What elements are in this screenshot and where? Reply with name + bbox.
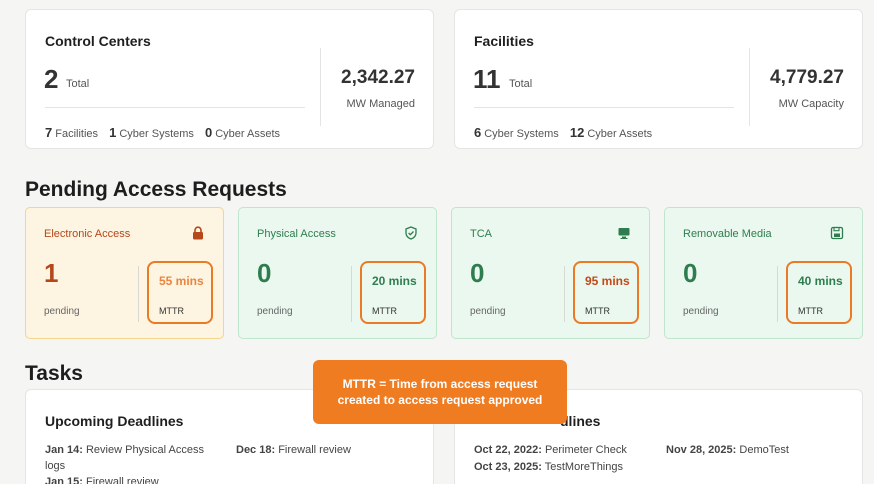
request-type-title: Electronic Access (44, 228, 131, 240)
task-text: DemoTest (739, 444, 789, 456)
divider (45, 107, 305, 108)
facilities-card[interactable]: Facilities 11 Total 4,779.27 MW Capacity… (454, 9, 863, 149)
mttr-highlight-box: 20 mins MTTR (360, 261, 426, 324)
facilities-stats: 6 Cyber Systems 12 Cyber Assets (474, 125, 652, 140)
mttr-value: 55 mins (159, 274, 204, 288)
mttr-value: 20 mins (372, 274, 417, 288)
mw-managed-value: 2,342.27 (341, 67, 415, 88)
physical-access-card[interactable]: Physical Access 0 pending 20 mins MTTR (238, 207, 437, 339)
facilities-total-value: 11 (473, 64, 501, 94)
mttr-label: MTTR (585, 306, 610, 316)
pending-label: pending (683, 306, 719, 317)
control-centers-card[interactable]: Control Centers 2 Total 2,342.27 MW Mana… (25, 9, 434, 149)
control-centers-stats: 7 Facilities 1 Cyber Systems 0 Cyber Assets (45, 125, 280, 140)
stat-label: Cyber Systems (484, 128, 559, 140)
request-type-title: Removable Media (683, 228, 772, 240)
pending-count: 0 (683, 258, 698, 288)
control-centers-total-value: 2 (44, 64, 59, 94)
pending-label: pending (257, 306, 293, 317)
pending-count: 0 (257, 258, 272, 288)
mw-capacity-label: MW Capacity (778, 98, 844, 110)
task-date: Oct 22, 2022: (474, 444, 542, 456)
task-date: Jan 14: (45, 444, 83, 456)
stat-value: 1 (109, 125, 117, 140)
task-date: Jan 15: (45, 476, 83, 484)
stat-label: Cyber Systems (119, 128, 194, 140)
task-item[interactable]: Nov 28, 2025: DemoTest (666, 443, 789, 459)
stat-label: Facilities (55, 128, 99, 140)
task-date: Oct 23, 2025: (474, 461, 542, 473)
tca-card[interactable]: TCA 0 pending 95 mins MTTR (451, 207, 650, 339)
task-text: Firewall review (278, 444, 351, 456)
stat-label: Cyber Assets (215, 128, 281, 140)
facilities-title: Facilities (474, 33, 534, 49)
divider (474, 107, 734, 108)
divider (777, 266, 778, 322)
mttr-label: MTTR (372, 306, 397, 316)
upcoming-deadlines-title: Upcoming Deadlines (45, 413, 184, 429)
mttr-highlight-box: 40 mins MTTR (786, 261, 852, 324)
electronic-access-card[interactable]: Electronic Access 1 pending 55 mins MTTR (25, 207, 224, 339)
pending-label: pending (470, 306, 506, 317)
request-type-title: Physical Access (257, 228, 336, 240)
removable-media-card[interactable]: Removable Media 0 pending 40 mins MTTR (664, 207, 863, 339)
task-item[interactable]: Oct 22, 2022: Perimeter Check (474, 443, 627, 459)
control-centers-total-label: Total (66, 78, 90, 90)
save-disk-icon (830, 226, 844, 240)
task-item[interactable]: Dec 18: Firewall review (236, 443, 351, 459)
stat-label: Cyber Assets (587, 128, 653, 140)
pending-count: 0 (470, 258, 485, 288)
mttr-value: 95 mins (585, 274, 630, 288)
task-text: Firewall review (85, 476, 159, 484)
task-item[interactable]: Jan 15: Firewall review (45, 475, 159, 484)
facilities-total-label: Total (509, 78, 533, 90)
task-item[interactable]: Jan 14: Review Physical Access logs (45, 443, 225, 475)
mttr-value: 40 mins (798, 274, 843, 288)
task-item[interactable]: Oct 23, 2025: TestMoreThings (474, 460, 623, 476)
pending-access-heading: Pending Access Requests (25, 178, 287, 201)
control-centers-title: Control Centers (45, 33, 151, 49)
task-text: TestMoreThings (544, 461, 623, 473)
divider (564, 266, 565, 322)
mw-capacity-value: 4,779.27 (770, 67, 844, 88)
stat-value: 7 (45, 125, 53, 140)
stat-value: 6 (474, 125, 482, 140)
pending-label: pending (44, 306, 80, 317)
task-date: Dec 18: (236, 444, 276, 456)
divider (138, 266, 139, 322)
mttr-highlight-box: 55 mins MTTR (147, 261, 213, 324)
mttr-highlight-box: 95 mins MTTR (573, 261, 639, 324)
mw-managed-label: MW Managed (346, 98, 415, 110)
stat-value: 0 (204, 125, 213, 140)
shield-check-icon (405, 226, 417, 240)
lock-icon (193, 226, 203, 240)
request-type-title: TCA (470, 228, 492, 240)
divider (351, 266, 352, 322)
task-date: Nov 28, 2025: (666, 444, 737, 456)
stat-value: 12 (569, 125, 585, 140)
mttr-label: MTTR (798, 306, 823, 316)
pending-count: 1 (44, 258, 59, 288)
mttr-label: MTTR (159, 306, 184, 316)
monitor-icon (618, 228, 630, 239)
tasks-heading: Tasks (25, 362, 83, 385)
task-text: Perimeter Check (544, 444, 627, 456)
mttr-definition-callout: MTTR = Time from access request created … (313, 360, 567, 424)
